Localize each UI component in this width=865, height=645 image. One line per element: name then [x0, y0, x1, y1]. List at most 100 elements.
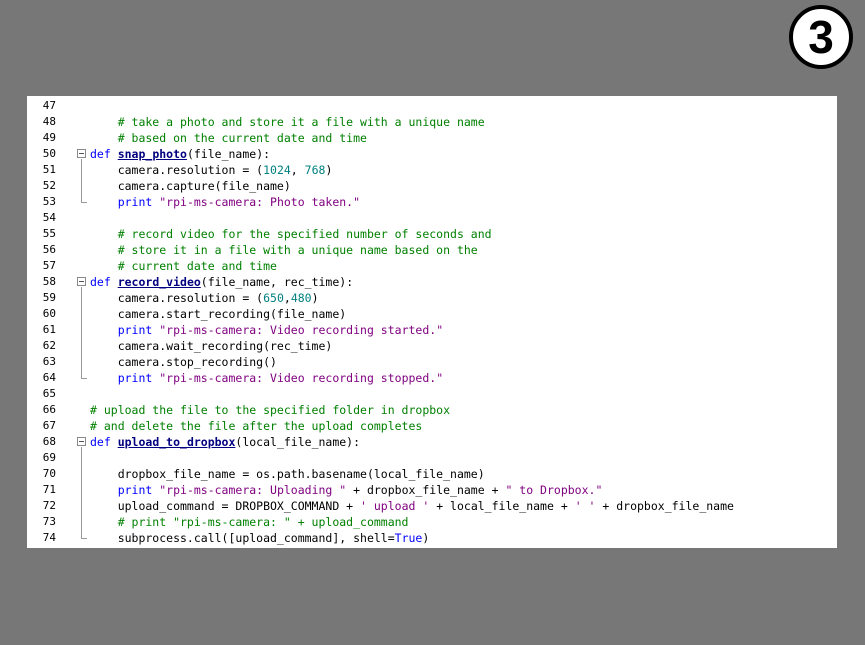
code-line[interactable]: 70 dropbox_file_name = os.path.basename(… — [27, 466, 837, 482]
code-token-keyword: def — [90, 435, 118, 449]
code-token-comment: # store it in a file with a unique name … — [90, 243, 478, 257]
line-number: 56 — [42, 243, 56, 256]
code-line[interactable]: 47 — [27, 98, 837, 114]
code-token-string: "rpi-ms-camera: Photo taken." — [159, 195, 361, 209]
code-token-string: " to Dropbox." — [505, 483, 603, 497]
code-token-comment: # current date and time — [90, 259, 277, 273]
code-token-keyword: print — [90, 483, 160, 497]
code-token-plain: (local_file_name): — [235, 435, 361, 449]
code-token-func: record_video — [117, 275, 201, 289]
line-number: 63 — [42, 355, 56, 368]
code-token-string: ' ' — [574, 499, 596, 513]
step-number-label: 3 — [808, 11, 834, 63]
code-line[interactable]: 53 print "rpi-ms-camera: Photo taken." — [27, 194, 837, 210]
code-line[interactable]: 67 # and delete the file after the upload… — [27, 418, 837, 434]
code-line[interactable]: 65 — [27, 386, 837, 402]
line-number: 49 — [42, 131, 56, 144]
code-text: # current date and time — [90, 258, 277, 274]
code-line[interactable]: 50 def snap_photo(file_name): — [27, 146, 837, 162]
code-text: def upload_to_dropbox(local_file_name): — [90, 434, 360, 450]
code-text: # based on the current date and time — [90, 130, 367, 146]
code-line[interactable]: 55 # record video for the specified numb… — [27, 226, 837, 242]
code-token-plain: subprocess.call([upload_command], shell= — [90, 531, 395, 545]
code-line[interactable]: 52 camera.capture(file_name) — [27, 178, 837, 194]
code-line[interactable]: 49 # based on the current date and time — [27, 130, 837, 146]
code-token-string: ' upload ' — [360, 499, 430, 513]
code-token-keyword: def — [90, 147, 118, 161]
fold-guide-line — [81, 287, 82, 378]
code-text: # record video for the specified number … — [90, 226, 492, 242]
code-editor[interactable]: 47 48 # take a photo and store it a file … — [27, 96, 837, 548]
code-token-plain: + dropbox_file_name + — [346, 483, 506, 497]
line-number: 52 — [42, 179, 56, 192]
code-text: dropbox_file_name = os.path.basename(loc… — [90, 466, 485, 482]
code-line[interactable]: 62 camera.wait_recording(rec_time) — [27, 338, 837, 354]
code-token-plain: camera.wait_recording(rec_time) — [90, 339, 333, 353]
line-number: 74 — [42, 531, 56, 544]
code-token-keyword: True — [394, 531, 423, 545]
code-line[interactable]: 51 camera.resolution = (1024, 768) — [27, 162, 837, 178]
code-token-plain: upload_command = DROPBOX_COMMAND + — [90, 499, 361, 513]
code-line[interactable]: 59 camera.resolution = (650,480) — [27, 290, 837, 306]
code-token-number: 650 — [263, 291, 284, 305]
line-number: 67 — [42, 419, 56, 432]
code-line[interactable]: 60 camera.start_recording(file_name) — [27, 306, 837, 322]
line-number: 62 — [42, 339, 56, 352]
code-text: def record_video(file_name, rec_time): — [90, 274, 353, 290]
code-text: print "rpi-ms-camera: Video recording st… — [90, 322, 443, 338]
line-number: 72 — [42, 499, 56, 512]
code-token-string: "rpi-ms-camera: Video recording stopped.… — [159, 371, 444, 385]
line-number: 57 — [42, 259, 56, 272]
line-number: 50 — [42, 147, 56, 160]
code-text: camera.wait_recording(rec_time) — [90, 338, 333, 354]
code-token-keyword: print — [90, 371, 160, 385]
line-number: 68 — [42, 435, 56, 448]
line-number: 71 — [42, 483, 56, 496]
code-line[interactable]: 66 # upload the file to the specified fol… — [27, 402, 837, 418]
code-text: # upload the file to the specified folde… — [90, 402, 450, 418]
code-text: # store it in a file with a unique name … — [90, 242, 478, 258]
code-line[interactable]: 68 def upload_to_dropbox(local_file_name)… — [27, 434, 837, 450]
line-number: 47 — [42, 99, 56, 112]
line-number: 65 — [42, 387, 56, 400]
code-line[interactable]: 56 # store it in a file with a unique na… — [27, 242, 837, 258]
code-line[interactable]: 72 upload_command = DROPBOX_COMMAND + ' … — [27, 498, 837, 514]
line-number: 53 — [42, 195, 56, 208]
fold-collapse-icon[interactable] — [77, 277, 86, 286]
code-token-comment: # take a photo and store it a file with … — [90, 115, 485, 129]
code-line[interactable]: 73 # print "rpi-ms-camera: " + upload_co… — [27, 514, 837, 530]
line-number: 64 — [42, 371, 56, 384]
line-number: 55 — [42, 227, 56, 240]
line-number: 73 — [42, 515, 56, 528]
code-token-plain: (file_name, rec_time): — [200, 275, 354, 289]
code-token-plain: camera.stop_recording() — [90, 355, 277, 369]
code-line[interactable]: 58 def record_video(file_name, rec_time): — [27, 274, 837, 290]
code-text: print "rpi-ms-camera: Uploading " + drop… — [90, 482, 603, 498]
code-token-string: "rpi-ms-camera: Uploading " — [159, 483, 347, 497]
code-token-keyword: def — [90, 275, 118, 289]
fold-collapse-icon[interactable] — [77, 437, 86, 446]
fold-collapse-icon[interactable] — [77, 149, 86, 158]
line-number: 59 — [42, 291, 56, 304]
code-token-plain: ) — [311, 291, 319, 305]
code-token-string: "rpi-ms-camera: Video recording started.… — [159, 323, 444, 337]
code-text: camera.resolution = (1024, 768) — [90, 162, 333, 178]
line-number: 69 — [42, 451, 56, 464]
code-token-plain: dropbox_file_name = os.path.basename(loc… — [90, 467, 485, 481]
code-line[interactable]: 48 # take a photo and store it a file wi… — [27, 114, 837, 130]
code-line[interactable]: 71 print "rpi-ms-camera: Uploading " + d… — [27, 482, 837, 498]
code-token-number: 480 — [290, 291, 312, 305]
code-token-plain: + dropbox_file_name — [595, 499, 734, 513]
code-line[interactable]: 74 subprocess.call([upload_command], she… — [27, 530, 837, 546]
code-line[interactable]: 64 print "rpi-ms-camera: Video recording… — [27, 370, 837, 386]
code-line[interactable]: 69 — [27, 450, 837, 466]
code-token-keyword: print — [90, 195, 160, 209]
code-line[interactable]: 61 print "rpi-ms-camera: Video recording… — [27, 322, 837, 338]
code-line[interactable]: 54 — [27, 210, 837, 226]
code-line[interactable]: 63 camera.stop_recording() — [27, 354, 837, 370]
code-text: print "rpi-ms-camera: Photo taken." — [90, 194, 360, 210]
code-text: # take a photo and store it a file with … — [90, 114, 485, 130]
code-token-func: upload_to_dropbox — [117, 435, 236, 449]
code-token-plain: camera.start_recording(file_name) — [90, 307, 347, 321]
code-line[interactable]: 57 # current date and time — [27, 258, 837, 274]
